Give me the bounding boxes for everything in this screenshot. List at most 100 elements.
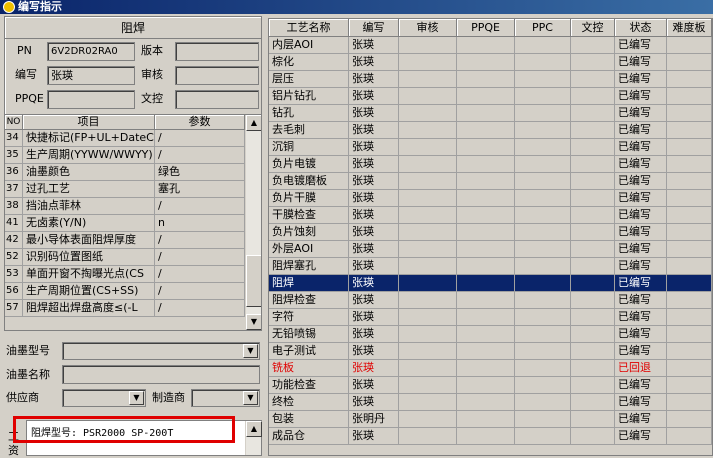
doc-control-cell: [571, 326, 615, 343]
table-row[interactable]: 阻焊 张瑛 已编写: [269, 275, 712, 292]
table-row[interactable]: 阻焊塞孔 张瑛 已编写: [269, 258, 712, 275]
status-cell: 已编写: [615, 292, 667, 309]
table-row[interactable]: 负电镀磨板 张瑛 已编写: [269, 173, 712, 190]
scroll-up-icon[interactable]: ▲: [246, 421, 262, 437]
ink-name-field[interactable]: [62, 365, 260, 384]
difficulty-cell: [667, 122, 712, 139]
ppc-cell: [515, 139, 571, 156]
table-row[interactable]: 去毛刺 张瑛 已编写: [269, 122, 712, 139]
editor-cell: 张瑛: [349, 37, 399, 54]
column-header[interactable]: 工艺名称: [269, 19, 349, 37]
table-row[interactable]: 37 过孔工艺 塞孔: [5, 181, 245, 198]
table-row[interactable]: 铣板 张瑛 已回退: [269, 360, 712, 377]
scroll-up-icon[interactable]: ▲: [246, 115, 261, 131]
ink-model-select[interactable]: ▼: [62, 342, 260, 360]
column-header[interactable]: PPC: [515, 19, 571, 37]
table-row[interactable]: 层压 张瑛 已编写: [269, 71, 712, 88]
table-row[interactable]: 沉铜 张瑛 已编写: [269, 139, 712, 156]
col-no-header[interactable]: NO: [5, 115, 23, 130]
process-name-cell: 阻焊: [269, 275, 349, 292]
ppqe-cell: [457, 394, 515, 411]
table-row[interactable]: 38 挡油点菲林 /: [5, 198, 245, 215]
manufacturer-select[interactable]: ▼: [191, 389, 260, 407]
table-row[interactable]: 电子测试 张瑛 已编写: [269, 343, 712, 360]
reviewer-cell: [399, 428, 457, 445]
table-row[interactable]: 56 生产周期位置(CS+SS) /: [5, 283, 245, 300]
editor-field[interactable]: 张瑛: [47, 66, 135, 85]
table-row[interactable]: 字符 张瑛 已编写: [269, 309, 712, 326]
params-item-cell: 无卤素(Y/N): [23, 215, 155, 232]
chevron-down-icon[interactable]: ▼: [129, 391, 144, 405]
col-param-header[interactable]: 参数: [155, 115, 245, 130]
pn-label: PN: [17, 44, 32, 57]
table-row[interactable]: 外层AOI 张瑛 已编写: [269, 241, 712, 258]
ppqe-field[interactable]: [47, 90, 135, 109]
table-row[interactable]: 57 阻焊超出焊盘高度≤(-L /: [5, 300, 245, 317]
status-cell: 已编写: [615, 122, 667, 139]
table-row[interactable]: 35 生产周期(YYWW/WWYY) /: [5, 147, 245, 164]
table-row[interactable]: 负片干膜 张瑛 已编写: [269, 190, 712, 207]
ppqe-cell: [457, 122, 515, 139]
table-row[interactable]: 钻孔 张瑛 已编写: [269, 105, 712, 122]
status-cell: 已编写: [615, 71, 667, 88]
ppc-cell: [515, 309, 571, 326]
column-header[interactable]: 文控: [571, 19, 615, 37]
version-field[interactable]: [175, 42, 259, 61]
doc-control-cell: [571, 394, 615, 411]
column-header[interactable]: 审核: [399, 19, 457, 37]
ppc-cell: [515, 292, 571, 309]
table-row[interactable]: 内层AOI 张瑛 已编写: [269, 37, 712, 54]
params-scrollbar[interactable]: ▲ ▼: [245, 115, 261, 330]
table-row[interactable]: 52 识别码位置图纸 /: [5, 249, 245, 266]
table-row[interactable]: 无铅喷锡 张瑛 已编写: [269, 326, 712, 343]
scroll-down-icon[interactable]: ▼: [246, 314, 261, 330]
table-row[interactable]: 包装 张明丹 已编写: [269, 411, 712, 428]
difficulty-cell: [667, 54, 712, 71]
doc-control-cell: [571, 241, 615, 258]
status-cell: 已编写: [615, 309, 667, 326]
params-item-cell: 过孔工艺: [23, 181, 155, 198]
ppc-cell: [515, 326, 571, 343]
pn-field[interactable]: 6V2DR02RA0: [47, 42, 135, 61]
table-row[interactable]: 干膜检查 张瑛 已编写: [269, 207, 712, 224]
table-row[interactable]: 36 油墨颜色 绿色: [5, 164, 245, 181]
table-row[interactable]: 负片电镀 张瑛 已编写: [269, 156, 712, 173]
table-row[interactable]: 终检 张瑛 已编写: [269, 394, 712, 411]
table-row[interactable]: 41 无卤素(Y/N) n: [5, 215, 245, 232]
ppc-cell: [515, 54, 571, 71]
process-name-cell: 棕化: [269, 54, 349, 71]
table-row[interactable]: 34 快捷标记(FP+UL+DateCo /: [5, 130, 245, 147]
table-row[interactable]: 负片蚀刻 张瑛 已编写: [269, 224, 712, 241]
table-row[interactable]: 42 最小导体表面阻焊厚度 /: [5, 232, 245, 249]
chevron-down-icon[interactable]: ▼: [243, 391, 258, 405]
difficulty-cell: [667, 139, 712, 156]
column-header[interactable]: 难度板: [667, 19, 712, 37]
process-name-cell: 无铅喷锡: [269, 326, 349, 343]
table-row[interactable]: 功能检查 张瑛 已编写: [269, 377, 712, 394]
table-row[interactable]: 53 单面开窗不掏曝光点(CS /: [5, 266, 245, 283]
table-row[interactable]: 铝片钻孔 张瑛 已编写: [269, 88, 712, 105]
reviewer-cell: [399, 394, 457, 411]
editor-label: 编写: [15, 68, 37, 81]
column-header[interactable]: PPQE: [457, 19, 515, 37]
process-name-cell: 包装: [269, 411, 349, 428]
doc-control-cell: [571, 190, 615, 207]
col-item-header[interactable]: 项目: [23, 115, 155, 130]
reviewer-field[interactable]: [175, 66, 259, 85]
table-row[interactable]: 成品仓 张瑛 已编写: [269, 428, 712, 445]
scroll-thumb[interactable]: [246, 255, 261, 307]
ppc-cell: [515, 173, 571, 190]
column-header[interactable]: 编写: [349, 19, 399, 37]
memo-scrollbar[interactable]: ▲: [245, 421, 262, 455]
table-row[interactable]: 棕化 张瑛 已编写: [269, 54, 712, 71]
chevron-down-icon[interactable]: ▼: [243, 344, 258, 358]
column-header[interactable]: 状态: [615, 19, 667, 37]
ppqe-cell: [457, 360, 515, 377]
doc-control-cell: [571, 105, 615, 122]
reviewer-cell: [399, 241, 457, 258]
table-row[interactable]: 阻焊检查 张瑛 已编写: [269, 292, 712, 309]
doc-control-field[interactable]: [175, 90, 259, 109]
supplier-select[interactable]: ▼: [62, 389, 146, 407]
highlight-box: [13, 416, 235, 443]
ppqe-cell: [457, 71, 515, 88]
